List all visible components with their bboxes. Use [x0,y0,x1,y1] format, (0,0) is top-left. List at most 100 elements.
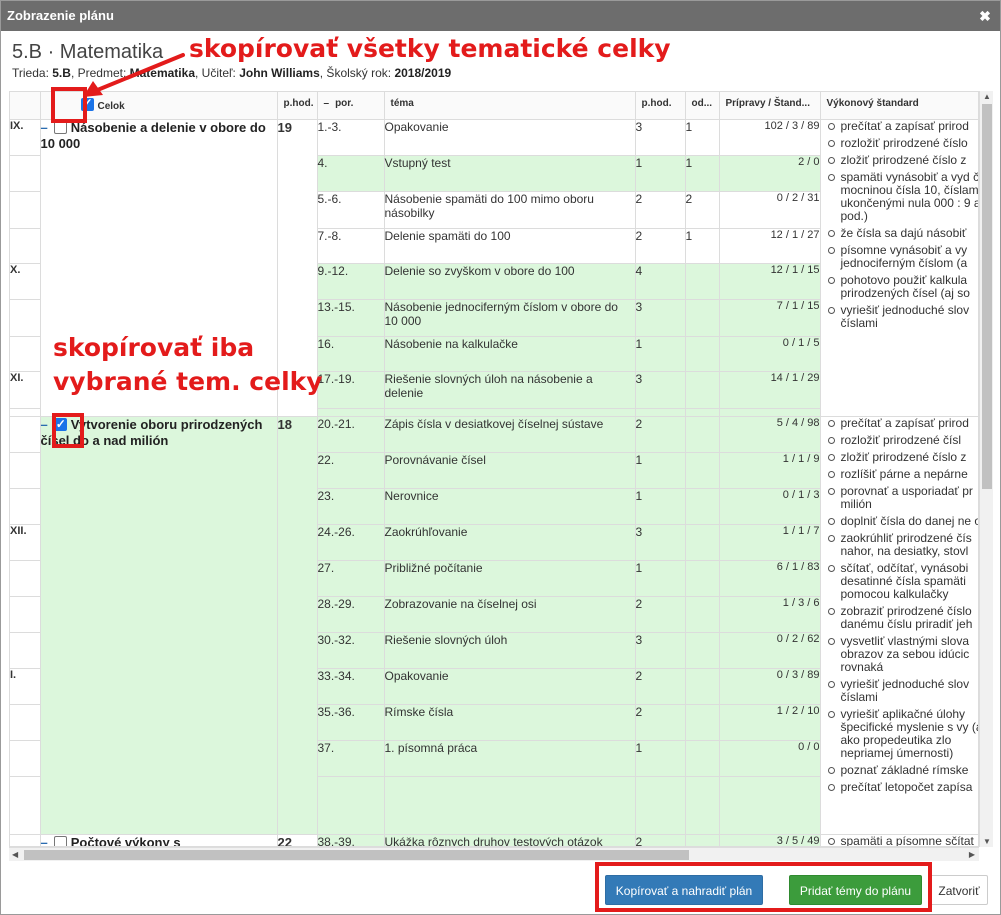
topic-cell: Delenie spamäti do 100 [384,228,636,264]
topic-cell: Násobenie spamäti do 100 mimo oboru náso… [384,191,636,229]
order-cell: 4. [317,155,385,192]
unit-cell[interactable]: –Vytvorenie oboru prirodzených čísel do … [40,416,278,835]
od-cell: 2 [685,191,720,229]
performance-standard-cell: prečítať a zapísať prirod rozložiť prirod… [820,119,979,417]
preparations-cell: 12 / 1 / 15 [719,263,821,300]
topic-cell: Násobenie na kalkulačke [384,336,636,372]
annotation-copy-selected-line2: vybrané tem. celky [53,367,323,396]
topic-hours-cell: 2 [635,834,686,846]
topic-hours-cell: 2 [635,596,686,633]
month-cell [10,228,41,264]
month-cell: I. [10,668,41,705]
preparations-cell: 14 / 1 / 29 [719,371,821,409]
unit-title: Počtové výkony s [70,834,181,847]
list-item: prečítať letopočet zapísa [827,780,979,794]
topic-hours-cell: 3 [635,299,686,337]
order-cell: 17.-19. [317,371,385,409]
unit-checkbox[interactable] [53,835,67,846]
copy-replace-plan-button[interactable]: Kopírovať a nahradiť plán [605,875,763,905]
vertical-scroll-thumb[interactable] [982,104,992,489]
plan-table: Celok p.hod. –por. téma p.hod. od... Prí… [10,92,979,847]
month-cell [10,336,41,372]
unit-hours: 22 [277,834,318,846]
close-button[interactable]: Zatvoriť [930,875,988,905]
month-cell [10,488,41,525]
od-cell [685,299,720,337]
unit-hours: 18 [277,416,318,835]
collapse-toggle[interactable]: – [41,120,48,135]
order-cell: 35.-36. [317,704,385,741]
topic-hours-cell: 2 [635,416,686,453]
topic-cell: Riešenie slovných úloh na násobenie a de… [384,371,636,409]
preparations-cell: 0 / 1 / 5 [719,336,821,372]
topic-hours-cell: 1 [635,155,686,192]
topic-hours-cell: 4 [635,263,686,300]
list-item: zaokrúhliť prirodzené čís nahor, na desi… [827,531,979,558]
preparations-cell: 1 / 2 / 10 [719,704,821,741]
annotation-copy-all: skopírovať všetky tematické celky [189,34,671,63]
topic-hours-cell: 3 [635,632,686,669]
add-topics-button[interactable]: Pridať témy do plánu [789,875,922,905]
od-cell [685,524,720,561]
unit-checkbox[interactable] [53,416,67,432]
list-item: vyriešiť aplikačné úlohy špecifické mysl… [827,707,978,760]
list-item: zložiť prirodzené číslo z [827,153,979,167]
unit-cell[interactable]: – Počtové výkony s [40,834,278,847]
list-item: prečítať a zapísať prirod [827,119,979,133]
preparations-cell: 0 / 2 / 62 [719,632,821,669]
collapse-toggle[interactable]: – [41,417,48,432]
list-item: vyriešiť jednoduché slov číslami [827,677,979,704]
od-cell [685,371,720,409]
list-item: pohotovo použiť kalkula prirodzených čís… [827,273,979,300]
preparations-cell: 12 / 1 / 27 [719,228,821,264]
preparations-cell: 1 / 1 / 9 [719,452,821,489]
horizontal-scroll-thumb[interactable] [24,850,689,860]
unit-checkbox[interactable] [53,120,67,134]
month-cell [10,596,41,633]
vertical-scrollbar[interactable]: ▲ ▼ [979,91,993,847]
annotation-copy-selected-line1: skopírovať iba [53,333,255,362]
preparations-cell: 1 / 1 / 7 [719,524,821,561]
topic-hours-cell: 1 [635,560,686,597]
table-row: – Počtové výkony s 22 38.-39. Ukážka rôznych… [10,834,978,847]
topic-cell: Približné počítanie [384,560,636,597]
od-cell [685,596,720,633]
order-cell: 38.-39. [317,834,385,846]
order-cell: 1.-3. [317,119,385,156]
od-cell [685,416,720,453]
collapse-toggle[interactable]: – [41,835,48,847]
topic-hours-cell: 1 [635,452,686,489]
order-header[interactable]: – por. [317,92,385,120]
performance-standard-header[interactable]: Výkonový štandard [820,92,978,120]
od-cell [685,668,720,705]
preparations-cell: 1 / 3 / 6 [719,596,821,633]
topic-hours-header[interactable]: p.hod. [635,92,686,120]
topic-hours-cell: 3 [635,119,686,156]
topic-hours-cell: 2 [635,191,686,229]
preparations-header[interactable]: Prípravy / Štand... [719,92,821,120]
close-icon[interactable]: ✖ [978,1,992,31]
topic-header[interactable]: téma [384,92,636,120]
od-cell [685,452,720,489]
list-item: zložiť prirodzené číslo z [827,450,979,464]
preparations-cell: 5 / 4 / 98 [719,416,821,453]
horizontal-scrollbar[interactable]: ◀ ▶ [9,847,979,861]
standards-list: prečítať a zapísať prirod rozložiť prirod… [821,119,979,330]
annotation-arrow [83,53,185,97]
topic-hours-cell: 1 [635,336,686,372]
table-row: IX. – Násobenie a delenie v obore do 10 00… [10,119,978,417]
od-cell [685,834,720,846]
preparations-cell: 0 / 2 / 31 [719,191,821,229]
topic-hours-cell: 3 [635,524,686,561]
list-item: vysvetliť vlastnými slova obrazov za seb… [827,634,979,674]
list-item: sčítať, odčítať, vynásobi desatinné čísl… [827,561,979,601]
od-cell [685,488,720,525]
order-cell: 20.-21. [317,416,385,453]
od-header[interactable]: od... [685,92,720,120]
list-item: prečítať a zapísať prirod [827,416,979,430]
performance-standard-cell: spamäti a písomne sčítat [820,834,978,846]
class-value: 5.B [52,66,71,80]
hours-header[interactable]: p.hod. [277,92,318,120]
topic-hours-cell: 2 [635,704,686,741]
order-cell: 27. [317,560,385,597]
